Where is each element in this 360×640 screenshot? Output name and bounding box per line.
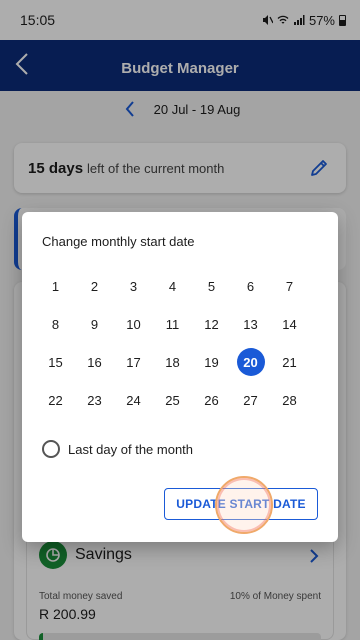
day-label: 6 xyxy=(246,278,255,294)
day-option[interactable]: 25 xyxy=(153,381,192,419)
day-label: 22 xyxy=(48,392,63,408)
day-option[interactable]: 15 xyxy=(36,343,75,381)
day-label: 11 xyxy=(165,316,180,332)
day-label: 7 xyxy=(285,278,294,294)
last-day-option[interactable]: Last day of the month xyxy=(42,440,193,458)
touch-indicator xyxy=(215,476,273,534)
day-label: 28 xyxy=(282,392,297,408)
day-option[interactable]: 19 xyxy=(192,343,231,381)
day-label: 2 xyxy=(90,278,99,294)
day-option[interactable]: 14 xyxy=(270,305,309,343)
day-option[interactable]: 27 xyxy=(231,381,270,419)
day-label: 4 xyxy=(168,278,177,294)
day-label: 9 xyxy=(90,316,99,332)
day-label: 3 xyxy=(129,278,138,294)
day-label: 24 xyxy=(126,392,141,408)
day-option[interactable]: 4 xyxy=(153,267,192,305)
day-option[interactable]: 17 xyxy=(114,343,153,381)
day-grid: 1 2 3 4 5 6 7 8 9 10 11 12 13 14 15 16 17 18 19 20 21 22 23 24 2… xyxy=(36,267,324,419)
day-option[interactable]: 3 xyxy=(114,267,153,305)
day-option[interactable]: 16 xyxy=(75,343,114,381)
day-option[interactable]: 26 xyxy=(192,381,231,419)
day-option[interactable]: 6 xyxy=(231,267,270,305)
day-option[interactable]: 2 xyxy=(75,267,114,305)
day-option[interactable]: 1 xyxy=(36,267,75,305)
day-option[interactable]: 5 xyxy=(192,267,231,305)
day-option[interactable]: 13 xyxy=(231,305,270,343)
day-label: 18 xyxy=(165,354,180,370)
day-label: 14 xyxy=(282,316,297,332)
day-option[interactable]: 10 xyxy=(114,305,153,343)
day-option[interactable]: 28 xyxy=(270,381,309,419)
day-option[interactable]: 11 xyxy=(153,305,192,343)
day-label: 20 xyxy=(236,348,265,376)
day-label: 21 xyxy=(282,354,297,370)
day-option[interactable]: 21 xyxy=(270,343,309,381)
day-label: 10 xyxy=(126,316,141,332)
day-label: 13 xyxy=(243,316,258,332)
day-label: 19 xyxy=(204,354,219,370)
day-option[interactable]: 20 xyxy=(231,343,270,381)
dialog-title: Change monthly start date xyxy=(42,234,195,249)
last-day-label: Last day of the month xyxy=(68,441,194,457)
day-option[interactable]: 8 xyxy=(36,305,75,343)
change-start-date-dialog: Change monthly start date 1 2 3 4 5 6 7 8 9 10 11 1… xyxy=(22,212,338,542)
day-option[interactable]: 18 xyxy=(153,343,192,381)
day-label: 1 xyxy=(51,278,60,294)
day-label: 8 xyxy=(51,316,60,332)
day-option[interactable]: 24 xyxy=(114,381,153,419)
day-option[interactable]: 23 xyxy=(75,381,114,419)
day-label: 23 xyxy=(87,392,102,408)
day-label: 12 xyxy=(204,316,219,332)
day-label: 16 xyxy=(87,354,102,370)
last-day-radio[interactable] xyxy=(42,440,60,458)
day-option[interactable]: 9 xyxy=(75,305,114,343)
day-label: 15 xyxy=(48,354,63,370)
day-option[interactable]: 22 xyxy=(36,381,75,419)
day-option[interactable]: 12 xyxy=(192,305,231,343)
day-label: 17 xyxy=(126,354,141,370)
day-label: 27 xyxy=(243,392,258,408)
day-label: 26 xyxy=(204,392,219,408)
day-label: 25 xyxy=(165,392,180,408)
day-option[interactable]: 7 xyxy=(270,267,309,305)
day-label: 5 xyxy=(207,278,216,294)
